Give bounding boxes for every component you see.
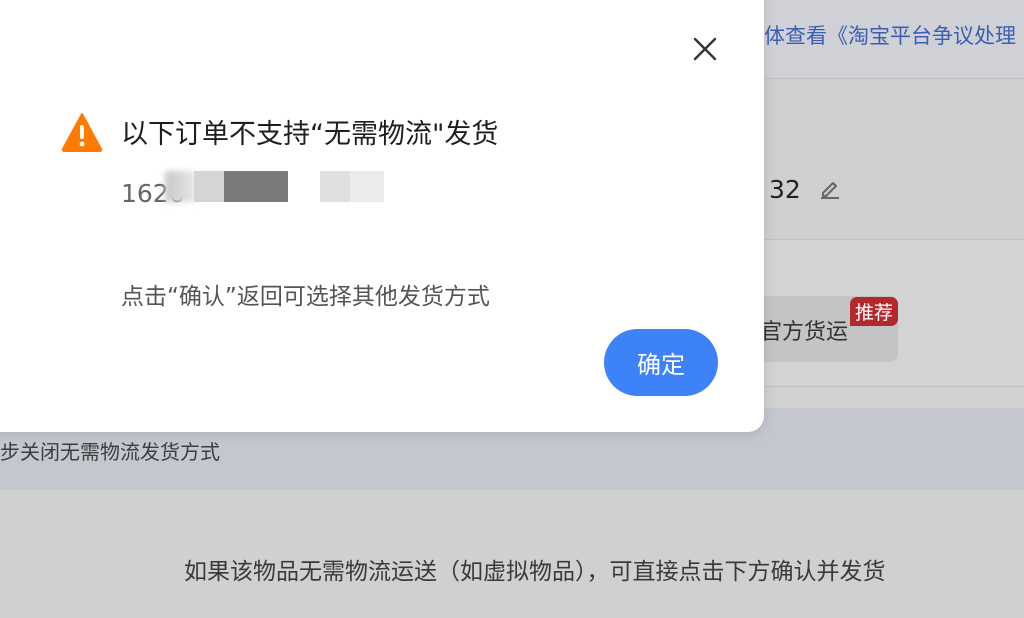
warning-icon (61, 113, 103, 152)
shipping-option-label: 官方货运 (760, 320, 849, 345)
redacted-block (194, 171, 224, 202)
warning-dialog: 以下订单不支持“无需物流"发货 1626 点击“确认”返回可选择其他发货方式 确… (0, 0, 764, 432)
dialog-description: 点击“确认”返回可选择其他发货方式 (121, 284, 490, 310)
redacted-block (165, 171, 195, 202)
dispute-rules-link[interactable]: 体查看《淘宝平台争议处理 (764, 20, 1016, 50)
edit-icon[interactable] (818, 176, 842, 200)
close-icon[interactable] (692, 36, 718, 62)
dialog-title: 以下订单不支持“无需物流"发货 (121, 119, 499, 150)
redacted-block (350, 171, 384, 202)
order-number-tail: 32 (769, 175, 801, 204)
recommend-badge: 推荐 (850, 297, 899, 326)
no-logistics-instruction: 如果该物品无需物流运送（如虚拟物品），可直接点击下方确认并发货 (184, 559, 886, 585)
confirm-button[interactable]: 确定 (604, 329, 718, 396)
redacted-block (224, 171, 288, 202)
redacted-block (320, 171, 350, 202)
hint-text: 步关闭无需物流发货方式 (0, 440, 220, 464)
